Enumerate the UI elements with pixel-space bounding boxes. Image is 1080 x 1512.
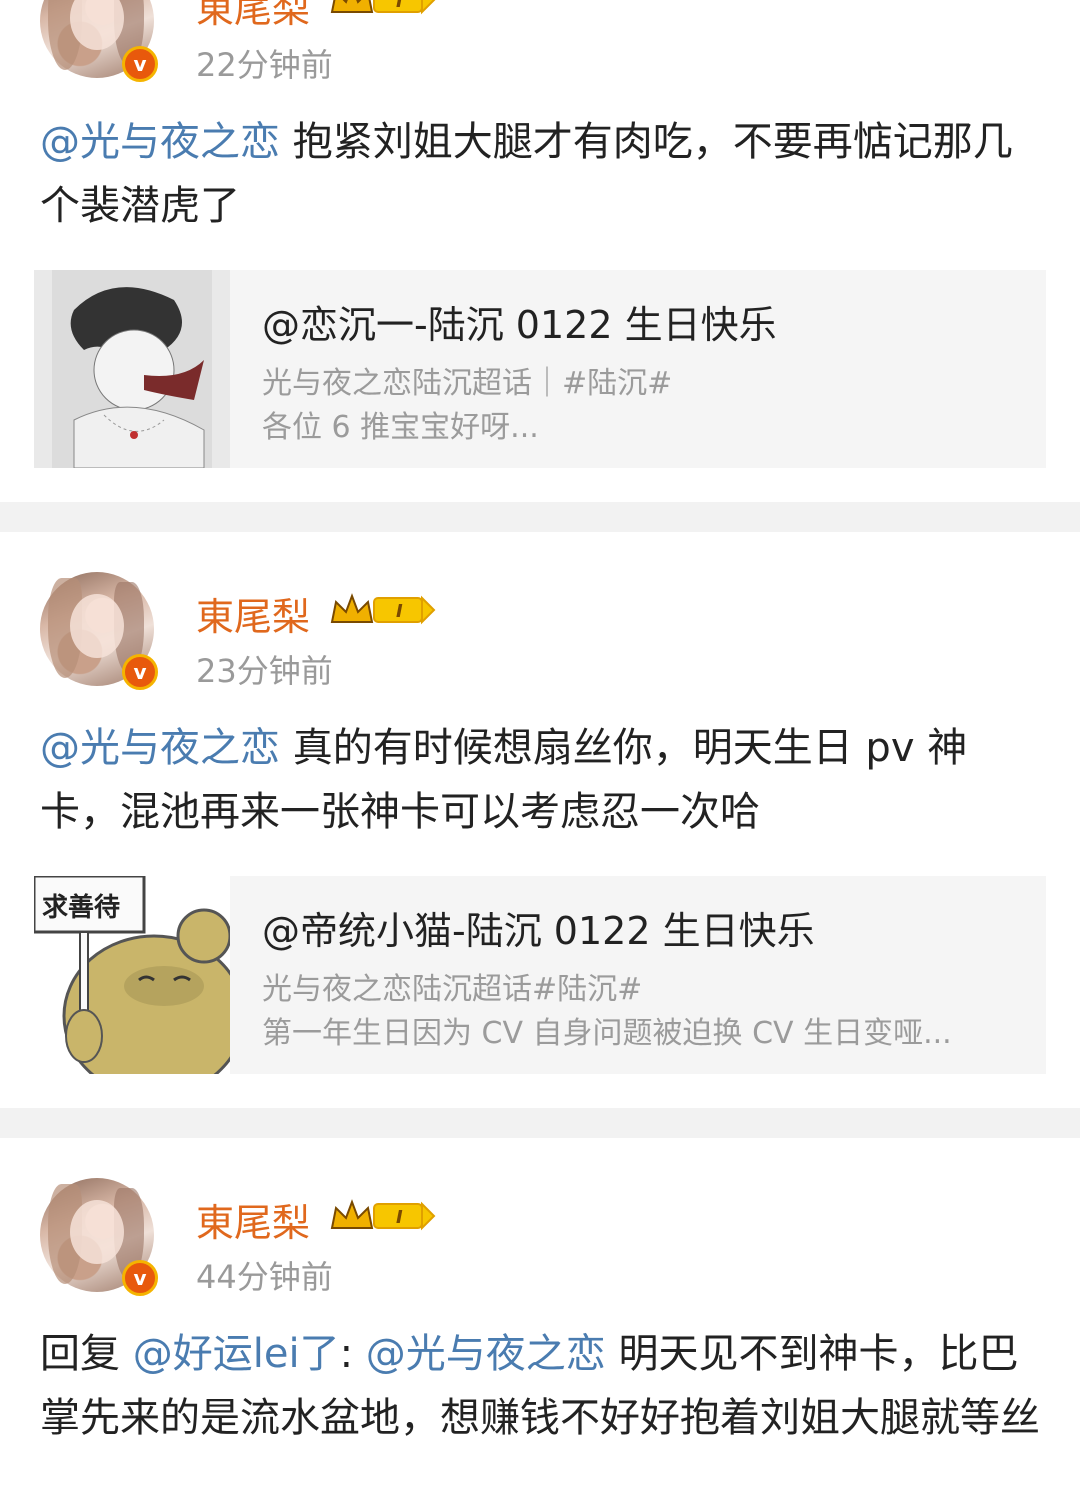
card-excerpt: 各位 6 推宝宝好呀... — [262, 410, 539, 445]
card-subtitle: 光与夜之恋陆沉超话#陆沉# — [262, 972, 643, 1007]
verified-badge-icon: v — [122, 46, 158, 82]
username[interactable]: 東尾梨 — [196, 586, 310, 641]
card-subtitle: 光与夜之恋陆沉超话｜#陆沉# — [262, 366, 673, 401]
level-text: I — [396, 1207, 403, 1228]
reply-user-link[interactable]: @好运lei了 — [133, 1331, 340, 1377]
post-time: 44分钟前 — [196, 1258, 333, 1296]
repost-card[interactable]: @恋沉一-陆沉 0122 生日快乐 光与夜之恋陆沉超话｜#陆沉# 各位 6 推宝… — [34, 270, 1046, 468]
post-time: 23分钟前 — [196, 652, 333, 690]
card-excerpt: 第一年生日因为 CV 自身问题被迫换 CV 生日变哑... — [262, 1016, 952, 1051]
verified-badge-icon: v — [122, 654, 158, 690]
level-text: I — [396, 601, 403, 622]
card-title: @帝统小猫-陆沉 0122 生日快乐 — [262, 909, 815, 953]
reply-colon: : — [339, 1331, 366, 1377]
username[interactable]: 東尾梨 — [196, 1192, 310, 1247]
post-time: 22分钟前 — [196, 46, 333, 84]
card-thumbnail: 求善待 — [34, 876, 230, 1074]
card-title: @恋沉一-陆沉 0122 生日快乐 — [262, 303, 777, 347]
verified-badge-icon: v — [122, 1260, 158, 1296]
post-text: 回复 @好运lei了: @光与夜之恋 明天见不到神卡，比巴掌先来的是流水盆地，想… — [40, 1322, 1040, 1450]
avatar[interactable]: v — [40, 0, 158, 82]
card-thumbnail — [34, 270, 230, 468]
mention-link[interactable]: @光与夜之恋 — [366, 1331, 606, 1377]
mention-link[interactable]: @光与夜之恋 — [40, 119, 280, 165]
username[interactable]: 東尾梨 — [196, 0, 310, 33]
crown-level-icon: I — [330, 0, 436, 15]
crown-level-icon: I — [330, 593, 436, 625]
level-text: I — [396, 0, 403, 12]
crown-level-icon: I — [330, 1199, 436, 1231]
post-text: @光与夜之恋 抱紧刘姐大腿才有肉吃，不要再惦记那几个裴潜虎了 — [40, 110, 1040, 238]
thumb-sign-text: 求善待 — [42, 892, 120, 923]
mention-link[interactable]: @光与夜之恋 — [40, 725, 280, 771]
post-text: @光与夜之恋 真的有时候想扇丝你，明天生日 pv 神卡，混池再来一张神卡可以考虑… — [40, 716, 1040, 844]
post-separator — [0, 502, 1080, 532]
avatar[interactable]: v — [40, 572, 158, 690]
avatar[interactable]: v — [40, 1178, 158, 1296]
repost-card[interactable]: 求善待 @帝统小猫-陆沉 0122 生日快乐 光与夜之恋陆沉超话#陆沉# 第一年… — [34, 876, 1046, 1074]
post-separator — [0, 1108, 1080, 1138]
reply-prefix: 回复 — [40, 1331, 133, 1377]
